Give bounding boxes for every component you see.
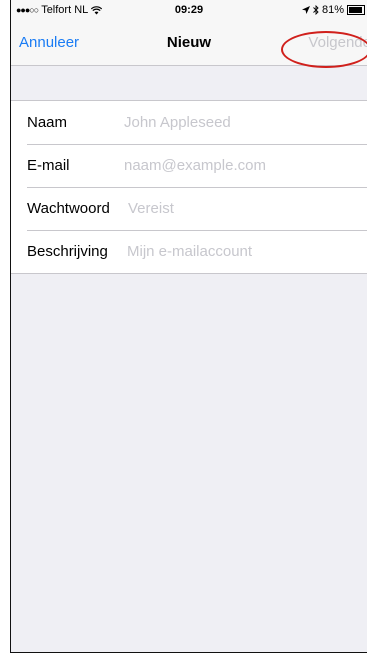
description-input[interactable] bbox=[127, 236, 367, 267]
form-row-password: Wachtwoord bbox=[11, 187, 367, 230]
name-label: Naam bbox=[27, 114, 68, 131]
name-input[interactable] bbox=[124, 107, 367, 138]
description-label: Beschrijving bbox=[27, 243, 108, 260]
battery-percent: 81% bbox=[321, 4, 344, 16]
form-row-description: Beschrijving bbox=[11, 230, 367, 273]
annotation-circle bbox=[281, 31, 367, 68]
phone-screen: ●●●○○ Telfort NL 09:29 81% Annuleer Nieu… bbox=[10, 0, 367, 653]
password-label: Wachtwoord bbox=[27, 200, 110, 217]
status-right: 81% bbox=[301, 4, 365, 16]
form-row-email: E-mail bbox=[11, 144, 367, 187]
email-input[interactable] bbox=[124, 150, 367, 181]
location-arrow-icon bbox=[301, 6, 310, 14]
status-bar: ●●●○○ Telfort NL 09:29 81% bbox=[11, 0, 367, 20]
account-form: Naam E-mail Wachtwoord Beschrijving bbox=[11, 100, 367, 274]
navigation-bar: Annuleer Nieuw Volgende bbox=[11, 20, 367, 68]
bluetooth-icon bbox=[313, 5, 319, 15]
battery-icon bbox=[347, 5, 365, 15]
password-input[interactable] bbox=[128, 193, 367, 224]
email-label: E-mail bbox=[27, 157, 70, 174]
form-row-name: Naam bbox=[11, 101, 367, 144]
